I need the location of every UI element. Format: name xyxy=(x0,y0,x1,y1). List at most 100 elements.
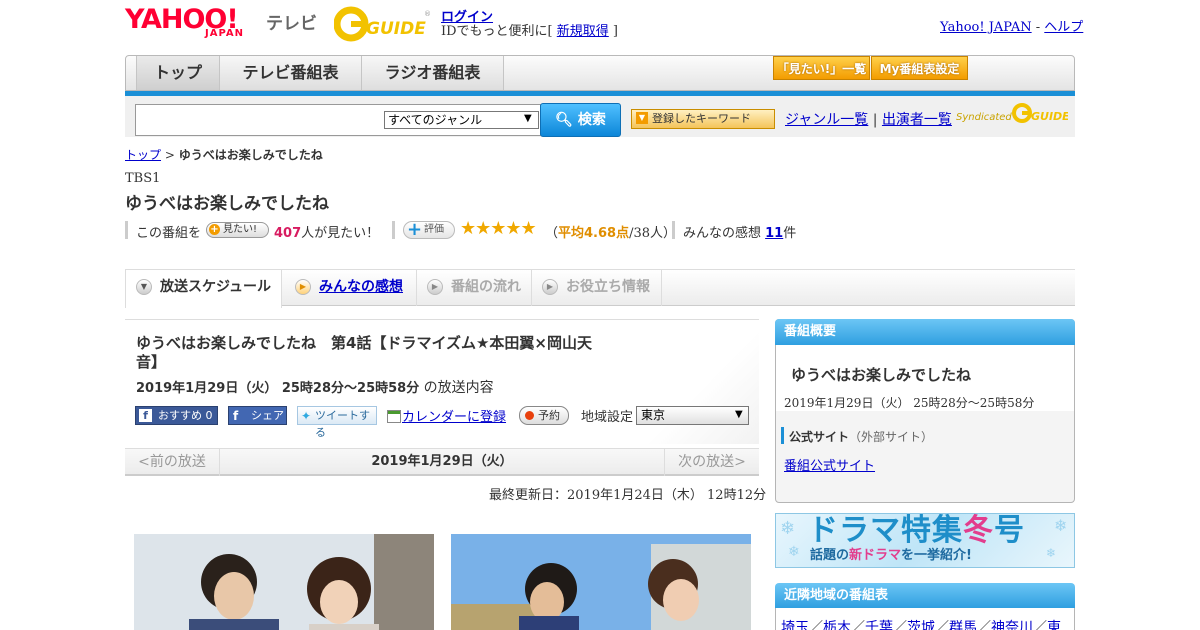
drama-banner-subtitle: 話題の新ドラマを一挙紹介! xyxy=(810,547,972,565)
mitai-count: 407 xyxy=(274,226,302,241)
svg-text:GUIDE: GUIDE xyxy=(1031,110,1068,123)
official-site-title: 公式サイト xyxy=(789,430,850,444)
drama-sub-b: 新ドラマ xyxy=(849,548,902,563)
official-site-note: （外部サイト） xyxy=(849,430,934,444)
top-right-separator: - xyxy=(1031,20,1045,35)
official-site-link[interactable]: 番組公式サイト xyxy=(784,455,875,474)
tab-flow-label: 番組の流れ xyxy=(451,279,521,295)
register-link[interactable]: 新規取得 xyxy=(557,24,609,39)
genre-select[interactable]: すべてのジャンル xyxy=(384,111,539,129)
yahoo-japan-logo-text: JAPAN xyxy=(205,28,244,39)
facebook-recommend-label: おすすめ 0 xyxy=(158,409,213,422)
calendar-register: カレンダーに登録 xyxy=(387,406,506,425)
rating-people: /38人） xyxy=(629,226,677,241)
drama-banner-title: ドラマ特集冬号 xyxy=(808,514,1025,548)
breadcrumb-separator: > xyxy=(161,148,179,162)
nearby-region-link[interactable]: 栃木 xyxy=(823,620,851,630)
official-site-marker xyxy=(781,427,784,444)
drama-title-issue: 号 xyxy=(994,513,1025,548)
rating-average: 平均4.68点 xyxy=(558,226,630,241)
tab-broadcast-schedule[interactable]: ▼ 放送スケジュール xyxy=(125,270,282,308)
registered-keywords-button[interactable]: 登録したキーワード xyxy=(631,109,775,129)
nearby-region-link[interactable]: 茨城 xyxy=(907,620,935,630)
episode-photo-image xyxy=(451,534,751,630)
nearby-region-link[interactable]: 埼玉 xyxy=(781,620,809,630)
nav-tab-top[interactable]: トップ xyxy=(136,56,220,90)
tv-logo-text[interactable]: テレビ xyxy=(266,9,317,34)
tab-info-label: お役立ち情報 xyxy=(566,279,650,295)
impressions-summary: みんなの感想 11件 xyxy=(683,222,796,241)
genre-list-link[interactable]: ジャンル一覧 xyxy=(785,112,868,128)
mitai-list-button[interactable]: 「見たい!」一覧 xyxy=(773,56,870,80)
region-select-arrow-icon: ▼ xyxy=(735,409,743,420)
nearby-region-links: 埼玉／栃木／千葉／茨城／群馬／神奈川／東 xyxy=(781,617,1071,630)
yahoo-japan-link[interactable]: Yahoo! JAPAN xyxy=(940,20,1032,35)
cast-list-link[interactable]: 出演者一覧 xyxy=(882,112,952,128)
facebook-share-label: シェア xyxy=(251,409,284,422)
nearby-region-link[interactable]: 東 xyxy=(1047,620,1061,630)
login-sub-suffix: ] xyxy=(608,24,618,39)
episode-title: ゆうべはお楽しみでしたね 第4話【ドラマイズム★本田翼×岡山天音】 xyxy=(136,334,593,371)
my-listing-settings-button[interactable]: My番組表設定 xyxy=(871,56,968,80)
login-sub-prefix: IDでもっと便利に[ xyxy=(441,24,557,39)
gguide-small-logo: GUIDE xyxy=(1012,103,1068,123)
search-button-label: 検索 xyxy=(577,112,606,128)
syndicated-label: Syndicated xyxy=(956,112,1012,123)
nav-tab-tv-listings[interactable]: テレビ番組表 xyxy=(220,56,362,90)
breadcrumb: トップ > ゆうべはお楽しみでしたね xyxy=(125,146,323,163)
tab-impressions[interactable]: ▶ みんなの感想 xyxy=(285,270,417,306)
page-title: ゆうべはお楽しみでしたね xyxy=(125,194,329,214)
record-dot-icon xyxy=(525,411,534,420)
facebook-icon: f xyxy=(139,409,152,422)
help-link[interactable]: ヘルプ xyxy=(1044,20,1083,35)
nearby-region-link[interactable]: 群馬 xyxy=(949,620,977,630)
episode-photo xyxy=(134,534,434,630)
next-broadcast-link[interactable]: 次の放送> xyxy=(664,448,759,476)
svg-text:GUIDE: GUIDE xyxy=(366,19,426,39)
rating-summary: （平均4.68点/38人） xyxy=(545,222,676,241)
nav-tab-radio-listings[interactable]: ラジオ番組表 xyxy=(362,56,504,90)
login-subtext: IDでもっと便利に[ 新規取得 ] xyxy=(441,20,618,39)
search-button[interactable]: 🔍︎ 検索 xyxy=(540,103,621,137)
last-updated: 最終更新日：2019年1月24日（木） 12時12分 xyxy=(489,488,767,503)
calendar-register-link[interactable]: カレンダーに登録 xyxy=(402,410,506,425)
current-broadcast-date: 2019年1月29日（火） xyxy=(371,454,513,469)
breadcrumb-top-link[interactable]: トップ xyxy=(125,148,161,162)
plus-icon: + xyxy=(407,219,423,240)
search-icon: 🔍︎ xyxy=(555,112,573,128)
channel-name: TBS1 xyxy=(125,171,161,186)
facebook-share-button[interactable]: f シェア xyxy=(228,406,287,425)
broadcast-time-suffix: の放送内容 xyxy=(419,380,494,396)
broadcast-time-value: 2019年1月29日（火） 25時28分～25時58分 xyxy=(136,381,420,396)
divider xyxy=(392,221,395,239)
mitai-count-text: 407人が見たい！ xyxy=(274,222,379,241)
official-site-label: 公式サイト（外部サイト） xyxy=(789,428,933,445)
episode-photo-image xyxy=(134,534,434,630)
region-select[interactable]: 東京 xyxy=(636,406,749,425)
twitter-bird-icon: ✦ xyxy=(301,409,312,423)
plus-icon: + xyxy=(209,224,220,235)
top-right-links: Yahoo! JAPAN - ヘルプ xyxy=(940,16,1083,35)
overview-title: ゆうべはお楽しみでしたね xyxy=(791,366,972,384)
nearby-region-link[interactable]: 神奈川 xyxy=(991,620,1033,630)
impressions-count-link[interactable]: 11 xyxy=(765,226,783,241)
dropdown-arrow-icon: ▼ xyxy=(636,112,648,124)
tab-impressions-label[interactable]: みんなの感想 xyxy=(319,279,403,295)
region-label: 地域設定 xyxy=(581,410,634,425)
facebook-icon: f xyxy=(233,409,239,423)
mitai-suffix: 人が見たい！ xyxy=(301,226,380,241)
facebook-recommend-button[interactable]: f おすすめ 0 xyxy=(135,406,218,425)
tab-program-flow: ▶ 番組の流れ xyxy=(417,270,532,306)
genre-select-arrow-icon: ▼ xyxy=(524,113,532,124)
genre-links-divider: | xyxy=(868,112,882,128)
snowflake-icon: ❄ xyxy=(788,544,800,560)
nearby-region-link[interactable]: 千葉 xyxy=(865,620,893,630)
gguide-logo: GUIDE ® xyxy=(334,6,431,42)
calendar-icon xyxy=(387,410,401,423)
snowflake-icon: ❄ xyxy=(1054,516,1068,535)
chevron-down-icon: ▼ xyxy=(136,279,152,295)
tweet-button[interactable]: ✦ ツイートする xyxy=(297,406,377,439)
impressions-prefix: みんなの感想 xyxy=(683,226,766,241)
impressions-suffix: 件 xyxy=(783,226,797,241)
prev-broadcast-link[interactable]: <前の放送 xyxy=(125,448,220,476)
